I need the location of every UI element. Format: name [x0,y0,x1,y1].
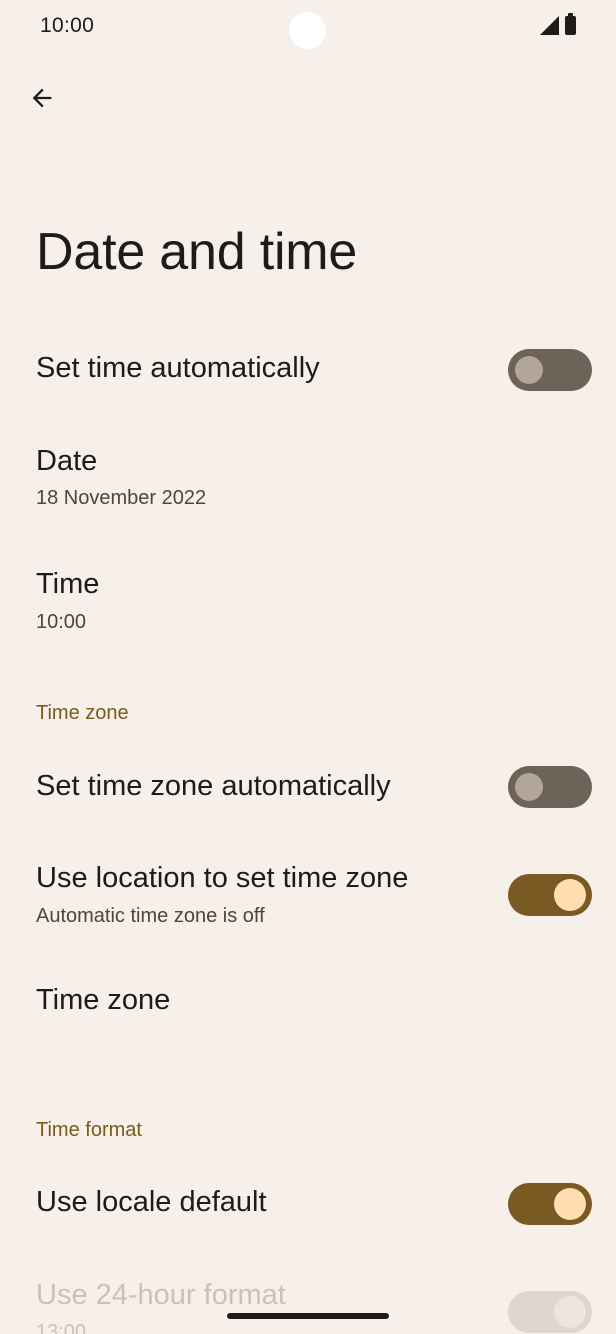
use-location-label: Use location to set time zone [36,862,409,894]
time-label: Time [36,568,100,600]
status-time: 10:00 [40,14,95,37]
use-location-toggle[interactable] [508,874,592,916]
arrow-back-icon [32,88,52,108]
time-row[interactable]: Time 10:00 [0,554,616,654]
set-time-zone-automatically-row[interactable]: Set time zone automatically [0,748,616,828]
use-location-row[interactable]: Use location to set time zone Automatic … [0,848,616,948]
toggle-thumb [554,1296,586,1328]
toggle-thumb [515,356,543,384]
set-time-zone-automatically-label: Set time zone automatically [36,770,391,802]
date-label: Date [36,445,98,477]
use-locale-default-toggle[interactable] [508,1183,592,1225]
time-zone-section-header: Time zone [36,702,129,724]
toggle-thumb [554,879,586,911]
toggle-thumb [515,773,543,801]
time-zone-row[interactable]: Time zone [0,968,616,1048]
use-24-hour-format-toggle [508,1291,592,1333]
use-locale-default-row[interactable]: Use locale default [0,1164,616,1244]
page-title: Date and time [36,223,358,281]
back-button[interactable] [18,74,66,122]
time-zone-label: Time zone [36,984,171,1016]
set-time-zone-automatically-toggle[interactable] [508,766,592,808]
date-row[interactable]: Date 18 November 2022 [0,430,616,530]
home-indicator[interactable] [227,1313,389,1319]
use-locale-default-label: Use locale default [36,1186,267,1218]
battery-icon [565,13,576,35]
camera-cutout [289,12,326,49]
toggle-thumb [554,1188,586,1220]
use-location-summary: Automatic time zone is off [36,905,265,927]
use-24-hour-format-label: Use 24-hour format [36,1279,286,1311]
time-format-section-header: Time format [36,1119,142,1141]
time-value: 10:00 [36,611,87,633]
signal-icon [540,16,559,35]
set-time-automatically-label: Set time automatically [36,352,320,384]
status-bar: 10:00 [0,0,616,60]
use-24-hour-format-summary: 13:00 [36,1321,87,1334]
date-value: 18 November 2022 [36,487,207,509]
set-time-automatically-row[interactable]: Set time automatically [0,330,616,410]
use-24-hour-format-row: Use 24-hour format 13:00 [0,1264,616,1334]
set-time-automatically-toggle[interactable] [508,349,592,391]
status-icons [540,13,576,35]
